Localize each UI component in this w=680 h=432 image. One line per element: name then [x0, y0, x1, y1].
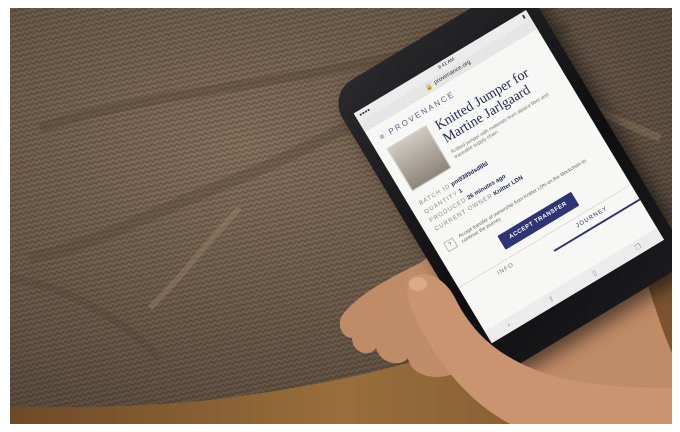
- menu-icon[interactable]: ≡: [378, 131, 388, 142]
- left-hand: [407, 274, 672, 424]
- battery-icon: ▮: [521, 13, 527, 21]
- fingertip: [409, 277, 427, 291]
- photo: ●●●● 9:41 AM ▮ 🔒 provenance.org ≡ PROVEN…: [10, 8, 672, 424]
